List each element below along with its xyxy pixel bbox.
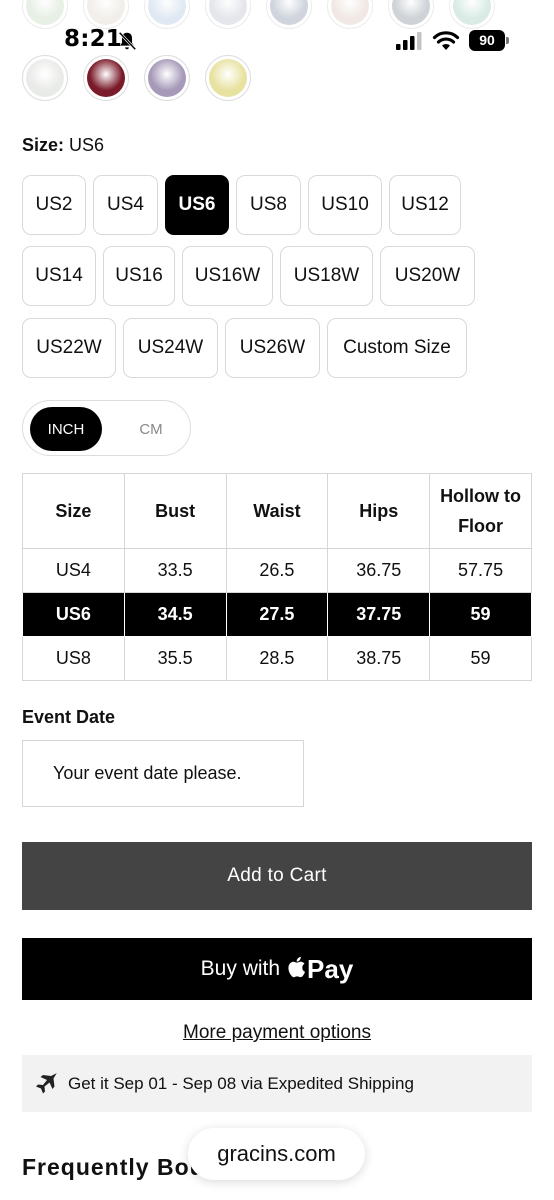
size-option-us10[interactable]: US10 (308, 175, 382, 235)
table-cell: 37.75 (327, 592, 431, 637)
wifi-icon (432, 31, 460, 50)
table-cell: 59 (429, 592, 532, 637)
size-option-us26w[interactable]: US26W (225, 318, 320, 378)
size-option-custom[interactable]: Custom Size (327, 318, 467, 378)
add-to-cart-button[interactable]: Add to Cart (22, 842, 532, 910)
status-time: 8:21 (64, 26, 123, 52)
apple-pay-label: Pay (307, 953, 354, 984)
unit-inch-button[interactable]: INCH (30, 407, 102, 451)
size-option-us18w[interactable]: US18W (280, 246, 373, 306)
size-option-us12[interactable]: US12 (389, 175, 461, 235)
apple-pay-button[interactable]: Buy with Pay (22, 938, 532, 1000)
battery-level: 90 (469, 30, 505, 51)
browser-url-pill[interactable]: gracins.com (188, 1128, 365, 1180)
table-cell: 38.75 (327, 636, 431, 681)
table-cell: 26.5 (225, 548, 329, 593)
size-option-us22w[interactable]: US22W (22, 318, 116, 378)
color-swatch[interactable] (144, 55, 190, 101)
size-chart-table: Size Bust Waist Hips Hollow to Floor US4… (22, 473, 532, 681)
shipping-text: Get it Sep 01 - Sep 08 via Expedited Shi… (68, 1073, 414, 1093)
table-cell: US6 (22, 592, 125, 637)
size-option-us6[interactable]: US6 (165, 175, 229, 235)
shipping-info-banner: Get it Sep 01 - Sep 08 via Expedited Shi… (22, 1055, 532, 1112)
table-cell: 33.5 (123, 548, 227, 593)
status-bar: 8:21 90 (0, 0, 554, 54)
more-payment-options-link[interactable]: More payment options (0, 1022, 554, 1044)
cellular-signal-icon (396, 32, 422, 50)
size-option-us14[interactable]: US14 (22, 246, 96, 306)
table-header-row: Size Bust Waist Hips Hollow to Floor (22, 473, 532, 549)
swatch-color (87, 59, 125, 97)
unit-toggle: INCH CM (22, 400, 191, 456)
table-header-hollow-to-floor: Hollow to Floor (429, 473, 532, 549)
battery-cap (506, 37, 509, 44)
color-swatch-row (22, 54, 262, 102)
table-row: US8 35.5 28.5 38.75 59 (22, 636, 532, 681)
size-option-us2[interactable]: US2 (22, 175, 86, 235)
bell-slash-icon (118, 31, 137, 51)
table-cell: 34.5 (123, 592, 227, 637)
table-cell: US4 (22, 548, 125, 593)
table-row-selected: US6 34.5 27.5 37.75 59 (22, 592, 532, 637)
apple-logo-icon (288, 956, 306, 978)
table-header-hips: Hips (327, 473, 431, 549)
table-header-size: Size (22, 473, 125, 549)
size-label-title: Size: (22, 135, 65, 155)
table-cell: US8 (22, 636, 125, 681)
apple-pay-buy-with: Buy with (200, 957, 281, 980)
table-cell: 57.75 (429, 548, 532, 593)
battery-indicator: 90 (469, 30, 509, 51)
selected-size-value: US6 (69, 135, 105, 155)
event-date-label: Event Date (22, 707, 116, 727)
size-option-us20w[interactable]: US20W (380, 246, 475, 306)
color-swatch[interactable] (22, 55, 68, 101)
size-option-us4[interactable]: US4 (93, 175, 158, 235)
table-cell: 36.75 (327, 548, 431, 593)
table-row: US4 33.5 26.5 36.75 57.75 (22, 548, 532, 593)
table-header-bust: Bust (123, 473, 227, 549)
table-cell: 59 (429, 636, 532, 681)
table-cell: 28.5 (225, 636, 329, 681)
table-header-waist: Waist (225, 473, 329, 549)
size-label: Size: US6 (22, 135, 104, 156)
color-swatch[interactable] (205, 55, 251, 101)
size-option-us24w[interactable]: US24W (123, 318, 218, 378)
size-option-us16w[interactable]: US16W (182, 246, 273, 306)
swatch-color (26, 59, 64, 97)
table-cell: 35.5 (123, 636, 227, 681)
color-swatch[interactable] (83, 55, 129, 101)
frequently-bought-heading: Frequently Bou (22, 1154, 205, 1180)
swatch-color (148, 59, 186, 97)
table-cell: 27.5 (225, 592, 329, 637)
airplane-icon (36, 1072, 57, 1093)
unit-cm-button[interactable]: CM (115, 407, 187, 451)
size-option-us8[interactable]: US8 (236, 175, 301, 235)
size-option-us16[interactable]: US16 (103, 246, 175, 306)
swatch-color (209, 59, 247, 97)
event-date-input[interactable]: Your event date please. (22, 740, 304, 807)
